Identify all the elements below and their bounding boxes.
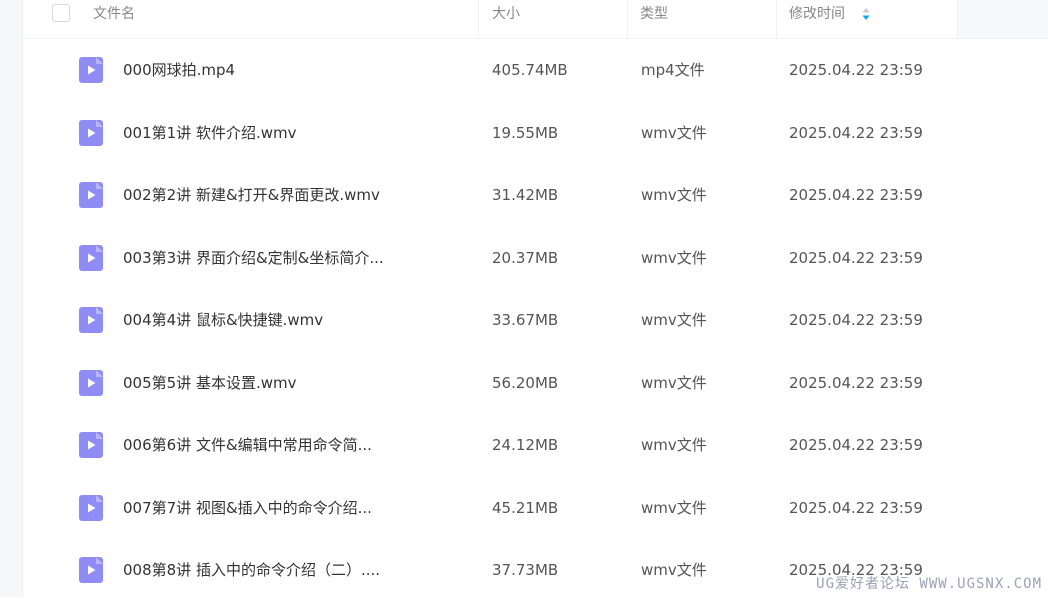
file-type: wmv文件 (641, 372, 707, 394)
table-row[interactable]: 003第3讲 界面介绍&定制&坐标简介... 20.37MB wmv文件 2025.0… (22, 227, 1048, 289)
header-name-column[interactable]: 文件名 (22, 0, 479, 38)
header-type-label[interactable]: 类型 (640, 0, 668, 28)
file-modified-date: 2025.04.22 23:59 (789, 59, 923, 81)
video-file-icon (79, 245, 103, 271)
file-modified-date: 2025.04.22 23:59 (789, 184, 923, 206)
video-file-icon (79, 120, 103, 146)
file-list-table: 文件名 大小 类型 修改时间 000网球拍.mp4 405.74MB mp4文件 20… (22, 0, 1048, 597)
file-type: wmv文件 (641, 309, 707, 331)
video-file-icon (79, 557, 103, 583)
file-size: 33.67MB (492, 309, 558, 331)
file-type: wmv文件 (641, 247, 707, 269)
file-modified-date: 2025.04.22 23:59 (789, 309, 923, 331)
file-size: 31.42MB (492, 184, 558, 206)
file-type: wmv文件 (641, 497, 707, 519)
file-size: 37.73MB (492, 559, 558, 581)
file-size: 405.74MB (492, 59, 568, 81)
file-type: wmv文件 (641, 184, 707, 206)
table-row[interactable]: 002第2讲 新建&打开&界面更改.wmv 31.42MB wmv文件 2025.04… (22, 164, 1048, 226)
file-name[interactable]: 002第2讲 新建&打开&界面更改.wmv (123, 184, 380, 206)
file-type: mp4文件 (641, 59, 705, 81)
file-name[interactable]: 000网球拍.mp4 (123, 59, 235, 81)
file-name[interactable]: 004第4讲 鼠标&快捷键.wmv (123, 309, 323, 331)
header-name-label[interactable]: 文件名 (93, 0, 135, 28)
left-sidebar-strip (0, 0, 23, 597)
table-row[interactable]: 005第5讲 基本设置.wmv 56.20MB wmv文件 2025.04.22 23… (22, 352, 1048, 414)
file-modified-date: 2025.04.22 23:59 (789, 497, 923, 519)
file-name[interactable]: 001第1讲 软件介绍.wmv (123, 122, 296, 144)
table-row[interactable]: 006第6讲 文件&编辑中常用命令简... 24.12MB wmv文件 2025.04… (22, 414, 1048, 476)
file-name[interactable]: 008第8讲 插入中的命令介绍（二）.... (123, 559, 380, 581)
header-date-label[interactable]: 修改时间 (789, 0, 845, 28)
file-size: 24.12MB (492, 434, 558, 456)
file-name[interactable]: 005第5讲 基本设置.wmv (123, 372, 296, 394)
file-type: wmv文件 (641, 559, 707, 581)
file-modified-date: 2025.04.22 23:59 (789, 434, 923, 456)
file-size: 45.21MB (492, 497, 558, 519)
table-row[interactable]: 001第1讲 软件介绍.wmv 19.55MB wmv文件 2025.04.22 23… (22, 102, 1048, 164)
file-size: 19.55MB (492, 122, 558, 144)
video-file-icon (79, 57, 103, 83)
watermark: UG爱好者论坛 WWW.UGSNX.COM (816, 573, 1042, 593)
video-file-icon (79, 182, 103, 208)
file-modified-date: 2025.04.22 23:59 (789, 122, 923, 144)
file-size: 20.37MB (492, 247, 558, 269)
file-name[interactable]: 003第3讲 界面介绍&定制&坐标简介... (123, 247, 384, 269)
table-row[interactable]: 004第4讲 鼠标&快捷键.wmv 33.67MB wmv文件 2025.04.22 … (22, 289, 1048, 351)
file-size: 56.20MB (492, 372, 558, 394)
file-modified-date: 2025.04.22 23:59 (789, 247, 923, 269)
video-file-icon (79, 307, 103, 333)
video-file-icon (79, 495, 103, 521)
header-type-column[interactable]: 类型 (628, 0, 777, 38)
header-date-column[interactable]: 修改时间 (777, 0, 958, 38)
file-type: wmv文件 (641, 434, 707, 456)
video-file-icon (79, 432, 103, 458)
header-size-column[interactable]: 大小 (479, 0, 628, 38)
header-spacer (958, 0, 1048, 38)
video-file-icon (79, 370, 103, 396)
sort-icon[interactable] (861, 7, 871, 21)
file-name[interactable]: 006第6讲 文件&编辑中常用命令简... (123, 434, 372, 456)
file-name[interactable]: 007第7讲 视图&插入中的命令介绍... (123, 497, 372, 519)
table-row[interactable]: 007第7讲 视图&插入中的命令介绍... 45.21MB wmv文件 2025.04… (22, 477, 1048, 539)
table-header: 文件名 大小 类型 修改时间 (22, 0, 1048, 39)
header-size-label[interactable]: 大小 (492, 0, 520, 28)
file-modified-date: 2025.04.22 23:59 (789, 372, 923, 394)
select-all-checkbox[interactable] (52, 4, 70, 22)
file-type: wmv文件 (641, 122, 707, 144)
table-row[interactable]: 000网球拍.mp4 405.74MB mp4文件 2025.04.22 23:59 (22, 39, 1048, 101)
